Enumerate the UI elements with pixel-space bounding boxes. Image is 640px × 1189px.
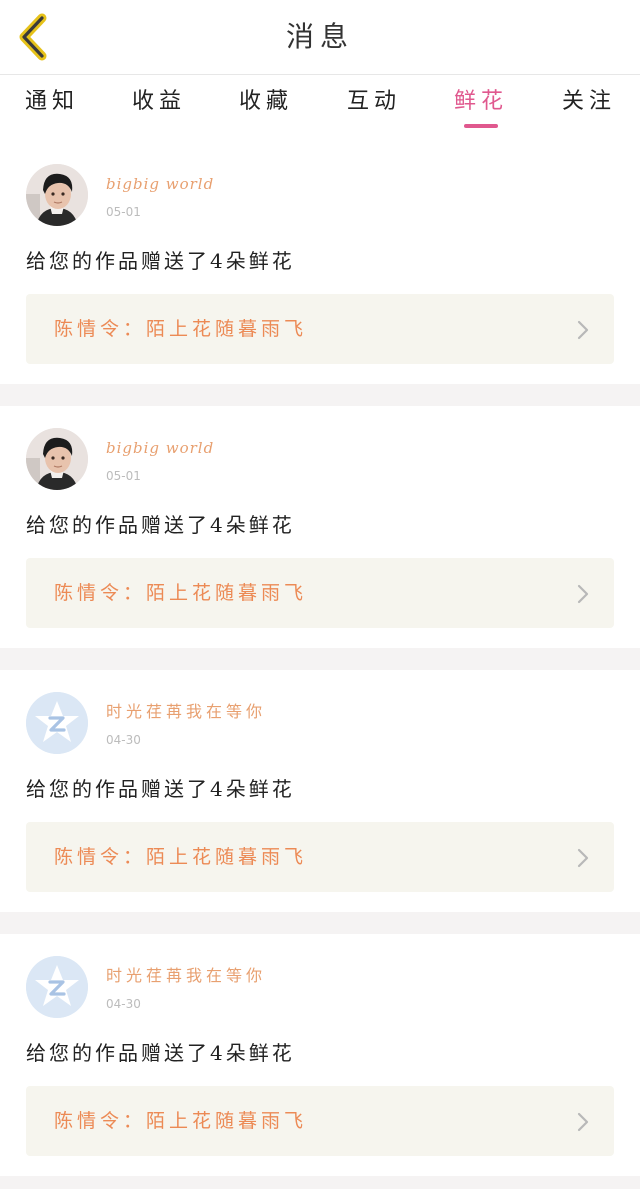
work-link[interactable]: 陈情令：陌上花随暮雨飞 <box>26 1086 614 1156</box>
avatar[interactable] <box>26 956 88 1018</box>
sender-name[interactable]: 时光荏苒我在等你 <box>106 966 266 986</box>
work-link[interactable]: 陈情令：陌上花随暮雨飞 <box>26 558 614 628</box>
tab-earnings[interactable]: 收益 <box>114 87 204 137</box>
chevron-right-icon <box>577 848 589 868</box>
work-title: 陈情令：陌上花随暮雨飞 <box>54 582 308 604</box>
message-date: 04-30 <box>106 997 141 1011</box>
message-list: bigbig world 05-01 给您的作品赠送了4朵鲜花 陈情令：陌上花随… <box>0 142 640 1189</box>
message-date: 05-01 <box>106 205 141 219</box>
card-divider <box>0 1176 640 1189</box>
avatar[interactable] <box>26 692 88 754</box>
tab-label: 关注 <box>561 89 616 114</box>
work-link[interactable]: 陈情令：陌上花随暮雨飞 <box>26 822 614 892</box>
message-date: 04-30 <box>106 733 141 747</box>
message-text: 给您的作品赠送了4朵鲜花 <box>26 513 295 537</box>
chevron-right-icon <box>577 584 589 604</box>
message-text: 给您的作品赠送了4朵鲜花 <box>26 249 295 273</box>
sender-name[interactable]: 时光荏苒我在等你 <box>106 702 266 722</box>
default-avatar-star-icon <box>26 692 88 754</box>
tab-label: 收藏 <box>238 89 293 114</box>
work-title: 陈情令：陌上花随暮雨飞 <box>54 318 308 340</box>
card-divider <box>0 912 640 934</box>
chevron-right-icon <box>577 320 589 340</box>
user-photo-icon <box>26 164 88 226</box>
message-text: 给您的作品赠送了4朵鲜花 <box>26 777 295 801</box>
tab-bar: 通知 收益 收藏 互动 鲜花 关注 <box>0 75 640 141</box>
message-text: 给您的作品赠送了4朵鲜花 <box>26 1041 295 1065</box>
sender-name[interactable]: bigbig world <box>106 174 214 194</box>
message-card: 时光荏苒我在等你 04-30 给您的作品赠送了4朵鲜花 陈情令：陌上花随暮雨飞 <box>0 670 640 912</box>
tab-interactions[interactable]: 互动 <box>329 87 419 137</box>
message-card: bigbig world 05-01 给您的作品赠送了4朵鲜花 陈情令：陌上花随… <box>0 406 640 648</box>
tab-label: 通知 <box>24 89 79 114</box>
message-card: bigbig world 05-01 给您的作品赠送了4朵鲜花 陈情令：陌上花随… <box>0 142 640 384</box>
work-link[interactable]: 陈情令：陌上花随暮雨飞 <box>26 294 614 364</box>
tab-following[interactable]: 关注 <box>544 87 634 137</box>
user-photo-icon <box>26 428 88 490</box>
tab-label: 收益 <box>131 89 186 114</box>
avatar[interactable] <box>26 428 88 490</box>
work-title: 陈情令：陌上花随暮雨飞 <box>54 846 308 868</box>
tab-flowers[interactable]: 鲜花 <box>436 87 526 137</box>
sender-name[interactable]: bigbig world <box>106 438 214 458</box>
top-bar: 消息 <box>0 0 640 75</box>
tab-label: 鲜花 <box>453 89 508 114</box>
message-card: 时光荏苒我在等你 04-30 给您的作品赠送了4朵鲜花 陈情令：陌上花随暮雨飞 <box>0 934 640 1176</box>
card-divider <box>0 384 640 406</box>
avatar[interactable] <box>26 164 88 226</box>
tab-label: 互动 <box>346 89 401 114</box>
default-avatar-star-icon <box>26 956 88 1018</box>
messages-screen: 消息 通知 收益 收藏 互动 鲜花 关注 bigbig world 05-01 … <box>0 0 640 1189</box>
card-divider <box>0 648 640 670</box>
active-tab-indicator <box>464 124 498 128</box>
tab-favorites[interactable]: 收藏 <box>221 87 311 137</box>
page-title: 消息 <box>285 20 354 53</box>
chevron-right-icon <box>577 1112 589 1132</box>
tab-notifications[interactable]: 通知 <box>7 87 97 137</box>
work-title: 陈情令：陌上花随暮雨飞 <box>54 1110 308 1132</box>
message-date: 05-01 <box>106 469 141 483</box>
